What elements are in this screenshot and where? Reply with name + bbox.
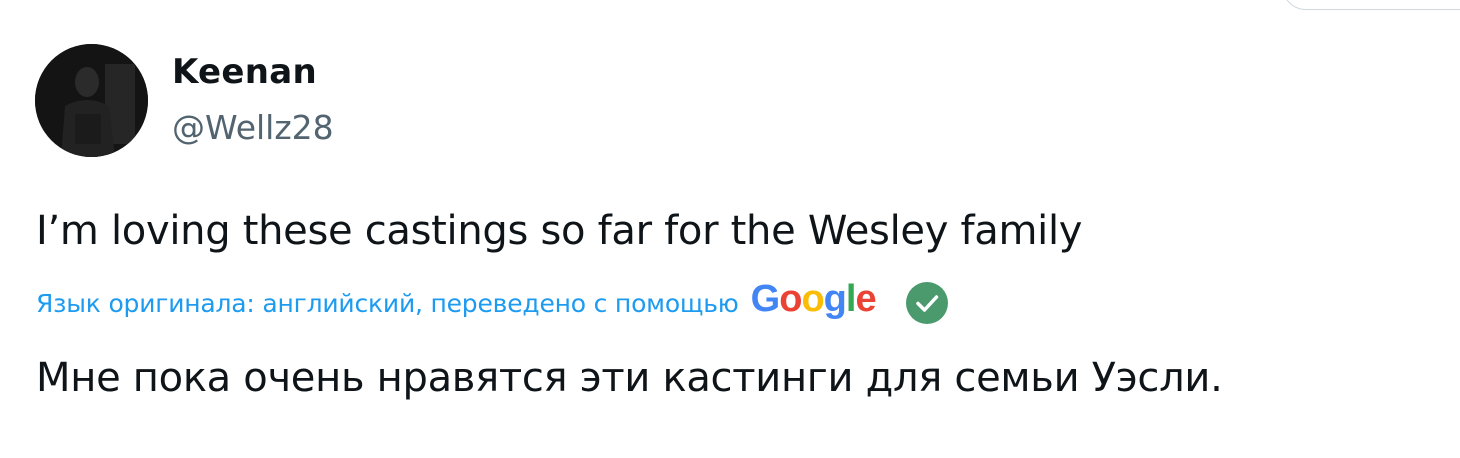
tweet-card: Keenan @Wellz28 I’m loving these casting… bbox=[0, 0, 1460, 458]
google-logo: Google bbox=[750, 277, 877, 321]
translation-info: Язык оригинала: английский, переведено с… bbox=[36, 278, 948, 325]
google-logo-letter: g bbox=[823, 278, 847, 320]
translation-label[interactable]: Язык оригинала: английский, переведено с… bbox=[36, 289, 739, 318]
google-logo-letter: e bbox=[855, 278, 876, 320]
user-handle[interactable]: @Wellz28 bbox=[172, 106, 334, 150]
top-pill-button[interactable] bbox=[1282, 0, 1460, 10]
google-logo-letter: o bbox=[801, 278, 824, 320]
google-logo-letter: l bbox=[845, 278, 857, 320]
tweet-text: I’m loving these castings so far for the… bbox=[36, 208, 1083, 254]
google-logo-letter: o bbox=[779, 278, 802, 320]
user-name[interactable]: Keenan bbox=[172, 50, 317, 94]
translated-text: Мне пока очень нравятся эти кастинги для… bbox=[36, 355, 1223, 401]
check-circle-icon bbox=[905, 282, 948, 324]
avatar[interactable] bbox=[35, 44, 148, 157]
avatar-image bbox=[35, 44, 148, 157]
google-logo-letter: G bbox=[750, 278, 781, 320]
